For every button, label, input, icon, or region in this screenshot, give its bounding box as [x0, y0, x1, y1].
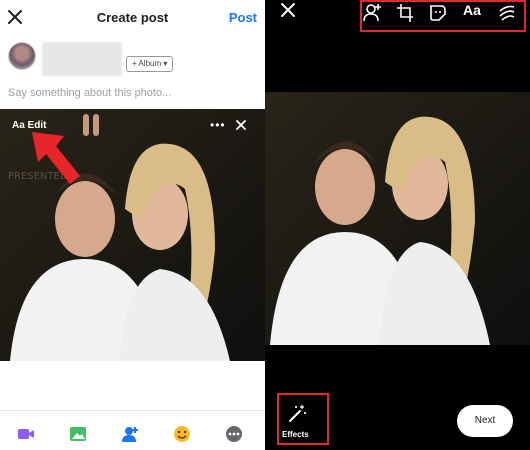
video-icon[interactable] [17, 425, 35, 443]
more-icon[interactable]: ••• [210, 118, 226, 132]
effects-wand-icon[interactable] [287, 404, 307, 424]
tag-person-icon[interactable] [363, 3, 381, 23]
crop-icon[interactable] [396, 3, 414, 23]
draw-icon[interactable] [498, 3, 516, 23]
close-icon[interactable] [280, 2, 296, 18]
effects-button[interactable]: Effects [282, 430, 309, 439]
bottom-action-bar [0, 410, 265, 450]
page-title: Create post [96, 10, 169, 25]
more-options-icon[interactable] [225, 425, 243, 443]
editor-photo [265, 92, 530, 345]
avatar [8, 42, 36, 70]
post-button[interactable]: Post [229, 10, 257, 25]
photo-icon[interactable] [69, 425, 87, 443]
arrow-pointer [32, 132, 80, 184]
album-button[interactable]: + Album ▾ [126, 56, 174, 72]
create-post-header: Create post Post [0, 0, 265, 36]
create-post-screen: Create post Post + Album ▾ Say something… [0, 0, 265, 450]
next-button[interactable]: Next [457, 405, 513, 437]
emoji-icon[interactable] [173, 425, 191, 443]
photo-editor-screen: Aa Effects Next [265, 0, 530, 450]
tag-people-icon[interactable] [121, 425, 139, 443]
blurred-user-name [42, 42, 122, 76]
caption-input[interactable]: Say something about this photo... [8, 87, 171, 99]
close-icon[interactable] [234, 118, 248, 132]
text-icon[interactable]: Aa [463, 2, 481, 18]
sticker-icon[interactable] [429, 3, 447, 23]
